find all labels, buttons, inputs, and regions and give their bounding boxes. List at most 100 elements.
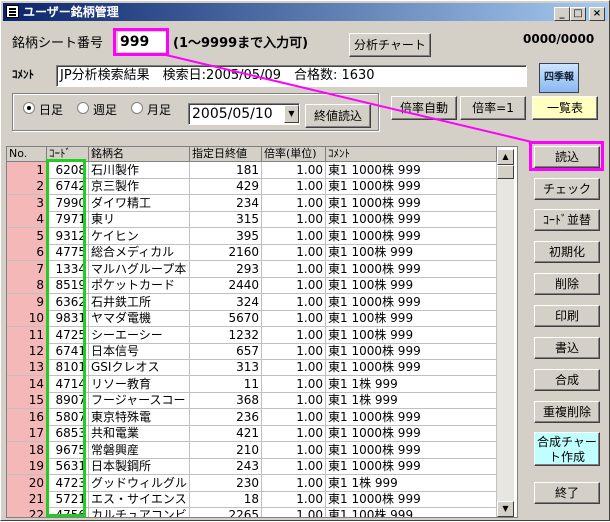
- cell-name[interactable]: 京三製作: [89, 178, 190, 196]
- cell-ratio[interactable]: 1.00: [262, 310, 326, 328]
- cell-comment[interactable]: 東1 1000株 999: [326, 194, 497, 212]
- cell-close[interactable]: 429: [190, 178, 262, 196]
- composite-chart-button[interactable]: 合成チャート作成: [534, 432, 600, 466]
- cell-comment[interactable]: 東1 1000株 999: [326, 342, 497, 360]
- cell-ratio[interactable]: 1.00: [262, 441, 326, 459]
- cell-close[interactable]: 2160: [190, 244, 262, 262]
- cell-close[interactable]: 2265: [190, 507, 262, 517]
- cell-ratio[interactable]: 1.00: [262, 178, 326, 196]
- cell-name[interactable]: シーエーシー: [89, 326, 190, 344]
- load-close-button[interactable]: 終値読込: [305, 104, 371, 128]
- chevron-down-icon[interactable]: ▼: [284, 105, 299, 123]
- cell-ratio[interactable]: 1.00: [262, 392, 326, 410]
- cell-ratio[interactable]: 1.00: [262, 425, 326, 443]
- close-button[interactable]: ×: [589, 7, 605, 21]
- cell-ratio[interactable]: 1.00: [262, 211, 326, 229]
- header-close[interactable]: 指定日終値: [190, 147, 262, 162]
- merge-button[interactable]: 合成: [534, 369, 600, 391]
- cell-close[interactable]: 368: [190, 392, 262, 410]
- cell-name[interactable]: ヤマダ電機: [89, 310, 190, 328]
- cell-comment[interactable]: 東1 1000株 999: [326, 211, 497, 229]
- cell-comment[interactable]: 東1 1000株 999: [326, 425, 497, 443]
- cell-ratio[interactable]: 1.00: [262, 507, 326, 517]
- check-button[interactable]: チェック: [534, 178, 600, 200]
- cell-close[interactable]: 1232: [190, 326, 262, 344]
- cell-close[interactable]: 5670: [190, 310, 262, 328]
- cell-name[interactable]: フージャースコー: [89, 392, 190, 410]
- cell-close[interactable]: 315: [190, 211, 262, 229]
- cell-close[interactable]: 210: [190, 441, 262, 459]
- header-no[interactable]: No.: [7, 147, 47, 162]
- cell-close[interactable]: 230: [190, 474, 262, 492]
- cell-comment[interactable]: 東1 1000株 999: [326, 359, 497, 377]
- ratio-one-button[interactable]: 倍率=1: [460, 96, 526, 120]
- date-select[interactable]: 2005/05/10 ▼: [188, 103, 300, 125]
- cell-close[interactable]: 324: [190, 293, 262, 311]
- minimize-button[interactable]: _: [554, 7, 570, 21]
- cell-name[interactable]: 日本製鋼所: [89, 458, 190, 476]
- cell-name[interactable]: 東リ: [89, 211, 190, 229]
- cell-close[interactable]: 243: [190, 458, 262, 476]
- cell-comment[interactable]: 東1 100株 999: [326, 244, 497, 262]
- cell-comment[interactable]: 東1 1株 999: [326, 474, 497, 492]
- sort-code-button[interactable]: ｺｰﾄﾞ並替: [534, 209, 600, 231]
- cell-comment[interactable]: 東1 1株 999: [326, 375, 497, 393]
- cell-ratio[interactable]: 1.00: [262, 458, 326, 476]
- scroll-up-button[interactable]: ▲: [497, 149, 514, 165]
- cell-name[interactable]: 共和電業: [89, 425, 190, 443]
- cell-comment[interactable]: 東1 1000株 999: [326, 491, 497, 508]
- cell-comment[interactable]: 東1 100株 999: [326, 310, 497, 328]
- vertical-scrollbar[interactable]: ▲ ▼: [497, 149, 514, 517]
- comment-input[interactable]: JP分析検索結果 検索日:2005/05/09 合格数: 1630: [56, 65, 527, 87]
- radio-daily[interactable]: [23, 102, 35, 114]
- analysis-chart-button[interactable]: 分析チャート: [349, 33, 431, 57]
- cell-name[interactable]: 日本信号: [89, 342, 190, 360]
- cell-comment[interactable]: 東1 100株 999: [326, 277, 497, 295]
- cell-close[interactable]: 11: [190, 375, 262, 393]
- cell-close[interactable]: 181: [190, 162, 262, 179]
- cell-ratio[interactable]: 1.00: [262, 474, 326, 492]
- cell-name[interactable]: カルチュアコンビ: [89, 507, 190, 517]
- remove-duplicates-button[interactable]: 重複削除: [534, 401, 600, 423]
- cell-ratio[interactable]: 1.00: [262, 227, 326, 245]
- cell-ratio[interactable]: 1.00: [262, 277, 326, 295]
- cell-comment[interactable]: 東1 1000株 999: [326, 162, 497, 179]
- cell-name[interactable]: エス・サイエンス: [89, 491, 190, 508]
- cell-ratio[interactable]: 1.00: [262, 491, 326, 508]
- cell-ratio[interactable]: 1.00: [262, 359, 326, 377]
- cell-comment[interactable]: 東1 1000株 999: [326, 458, 497, 476]
- cell-ratio[interactable]: 1.00: [262, 260, 326, 278]
- cell-ratio[interactable]: 1.00: [262, 244, 326, 262]
- cell-close[interactable]: 421: [190, 425, 262, 443]
- header-ratio[interactable]: 倍率(単位): [262, 147, 326, 162]
- cell-name[interactable]: 総合メディカル: [89, 244, 190, 262]
- cell-close[interactable]: 2440: [190, 277, 262, 295]
- cell-name[interactable]: ダイワ精工: [89, 194, 190, 212]
- cell-close[interactable]: 395: [190, 227, 262, 245]
- cell-close[interactable]: 234: [190, 194, 262, 212]
- cell-name[interactable]: GSIクレオス: [89, 359, 190, 377]
- scroll-thumb[interactable]: [497, 165, 514, 179]
- cell-close[interactable]: 313: [190, 359, 262, 377]
- delete-button[interactable]: 削除: [534, 273, 600, 295]
- cell-comment[interactable]: 東1 1000株 999: [326, 408, 497, 426]
- cell-name[interactable]: ケイヒン: [89, 227, 190, 245]
- cell-name[interactable]: グッドウィルグル: [89, 474, 190, 492]
- cell-comment[interactable]: 東1 1000株 999: [326, 227, 497, 245]
- cell-close[interactable]: 18: [190, 491, 262, 508]
- cell-close[interactable]: 236: [190, 408, 262, 426]
- cell-close[interactable]: 293: [190, 260, 262, 278]
- cell-name[interactable]: マルハグループ本: [89, 260, 190, 278]
- cell-comment[interactable]: 東1 1000株 999: [326, 260, 497, 278]
- cell-ratio[interactable]: 1.00: [262, 375, 326, 393]
- maximize-button[interactable]: □: [570, 7, 586, 21]
- cell-name[interactable]: ポケットカード: [89, 277, 190, 295]
- ratio-auto-button[interactable]: 倍率自動: [391, 96, 457, 120]
- cell-name[interactable]: 常磐興産: [89, 441, 190, 459]
- cell-comment[interactable]: 東1 1000株 999: [326, 178, 497, 196]
- cell-ratio[interactable]: 1.00: [262, 326, 326, 344]
- radio-monthly[interactable]: [131, 102, 143, 114]
- cell-name[interactable]: 東京特殊電: [89, 408, 190, 426]
- cell-name[interactable]: 石井鉄工所: [89, 293, 190, 311]
- cell-comment[interactable]: 東1 1000株 999: [326, 293, 497, 311]
